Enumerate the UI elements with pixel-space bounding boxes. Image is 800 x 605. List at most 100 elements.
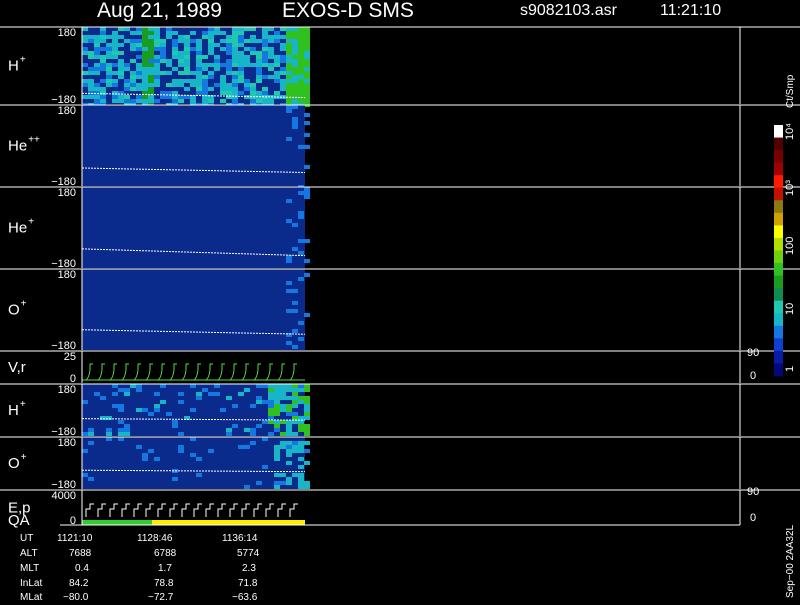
spectrogram-cell	[82, 39, 88, 43]
spectrogram-cell	[238, 39, 244, 43]
spectrogram-cell	[142, 27, 148, 31]
spectrogram-cell	[232, 71, 238, 75]
velocity-mark	[277, 363, 285, 381]
spectrogram-cell	[274, 420, 280, 424]
panel-6: 180−180O +	[0, 436, 800, 491]
panel-2: 180−180He +	[0, 186, 800, 270]
spectrogram-cell	[148, 83, 154, 87]
panel-3: 180−180O +	[0, 268, 800, 352]
spectrogram-cell	[226, 51, 232, 55]
spectrogram-cell	[292, 329, 298, 333]
spectrogram-cell	[274, 79, 280, 83]
spectrogram-cell	[124, 424, 130, 428]
spectrogram-cell	[280, 388, 286, 392]
spectrogram-cell	[286, 71, 292, 75]
spectrogram-cell	[304, 424, 310, 428]
spectrogram-cell	[94, 55, 100, 59]
spectrogram-cell	[196, 91, 202, 95]
spectrogram-cell	[280, 35, 286, 39]
spectrogram-cell	[190, 83, 196, 87]
spectrogram-cell	[286, 31, 292, 35]
spectrogram-cell	[238, 67, 244, 71]
spectrogram-cell	[262, 437, 268, 441]
spectrogram-cell	[208, 449, 214, 453]
spectrogram-cell	[298, 477, 304, 481]
spectrogram-cell	[304, 191, 310, 195]
spectrogram-cell	[250, 428, 256, 432]
spectrogram-cell	[172, 99, 178, 103]
spectrogram-cell	[304, 55, 310, 59]
energy-mark	[97, 503, 106, 517]
spectrogram-cell	[298, 396, 304, 400]
spectrogram-cell	[280, 59, 286, 63]
spectrogram-cell	[196, 47, 202, 51]
velocity-mark	[205, 363, 213, 381]
species-label: He	[8, 138, 27, 155]
spectrogram-cell	[220, 87, 226, 91]
spectrogram-cell	[298, 145, 304, 149]
spectrogram-cell	[274, 392, 280, 396]
footer-value: 1136:14	[222, 533, 258, 544]
spectrogram-cell	[292, 83, 298, 87]
spectrogram-cell	[154, 408, 160, 412]
spectrogram-cell	[292, 117, 298, 121]
spectrogram-cell	[214, 83, 220, 87]
spectrogram-cell	[298, 99, 304, 103]
footer-row-label: ALT	[20, 548, 38, 559]
energy-mark	[277, 503, 286, 517]
spectrogram-cell	[166, 35, 172, 39]
species-label: O	[8, 302, 20, 319]
spectrogram-cell	[298, 91, 304, 95]
spectrogram-fill	[82, 187, 305, 268]
spectrogram-cell	[232, 47, 238, 51]
velocity-mark	[97, 363, 105, 381]
spectrogram-cell	[286, 384, 292, 388]
spectrogram-cell	[124, 27, 130, 31]
spectrogram-cell	[142, 79, 148, 83]
spectrogram-cell	[280, 420, 286, 424]
spectrogram-cell	[148, 35, 154, 39]
spectrogram-cell	[160, 55, 166, 59]
spectrogram-cell	[292, 396, 298, 400]
spectrogram-cell	[292, 384, 298, 388]
spectrogram-cell	[208, 27, 214, 31]
spectrogram-cell	[178, 39, 184, 43]
spectrogram-cell	[124, 79, 130, 83]
spectrogram-cell	[304, 99, 310, 103]
spectrogram-cell	[208, 35, 214, 39]
spectrogram-cell	[106, 55, 112, 59]
spectrogram-cell	[166, 95, 172, 99]
spectrogram-cell	[190, 79, 196, 83]
spectrogram-cell	[130, 71, 136, 75]
spectrogram-cell	[82, 83, 88, 87]
spectrogram-cell	[298, 449, 304, 453]
charge-superscript: +	[21, 452, 27, 463]
footer-value: −72.7	[148, 592, 174, 600]
colorbar-swatch	[774, 175, 783, 189]
colorbar-swatch	[774, 288, 783, 302]
spectrogram-cell	[88, 79, 94, 83]
spectrogram-cell	[94, 99, 100, 103]
spectrogram-cell	[166, 27, 172, 31]
spectrogram-cell	[250, 99, 256, 103]
spectrogram-cell	[82, 449, 88, 453]
spectrogram-cell	[82, 63, 88, 67]
spectrogram-cell	[112, 99, 118, 103]
spectrogram-cell	[262, 55, 268, 59]
spectrogram-cell	[256, 396, 262, 400]
footer-row-label: MLat	[20, 592, 42, 600]
energy-mark	[253, 503, 262, 517]
spectrogram-cell	[214, 43, 220, 47]
spectrogram-cell	[82, 79, 88, 83]
spectrogram-cell	[178, 99, 184, 103]
spectrogram-cell	[124, 392, 130, 396]
spectrogram-cell	[250, 63, 256, 67]
spectrogram-cell	[202, 388, 208, 392]
spectrogram-cell	[100, 416, 106, 420]
spectrogram-cell	[202, 83, 208, 87]
header-file: s9082103.asr	[520, 2, 618, 19]
spectrogram-cell	[268, 67, 274, 71]
spectrogram-cell	[118, 404, 124, 408]
spectrogram-cell	[274, 39, 280, 43]
spectrogram-cell	[112, 83, 118, 87]
